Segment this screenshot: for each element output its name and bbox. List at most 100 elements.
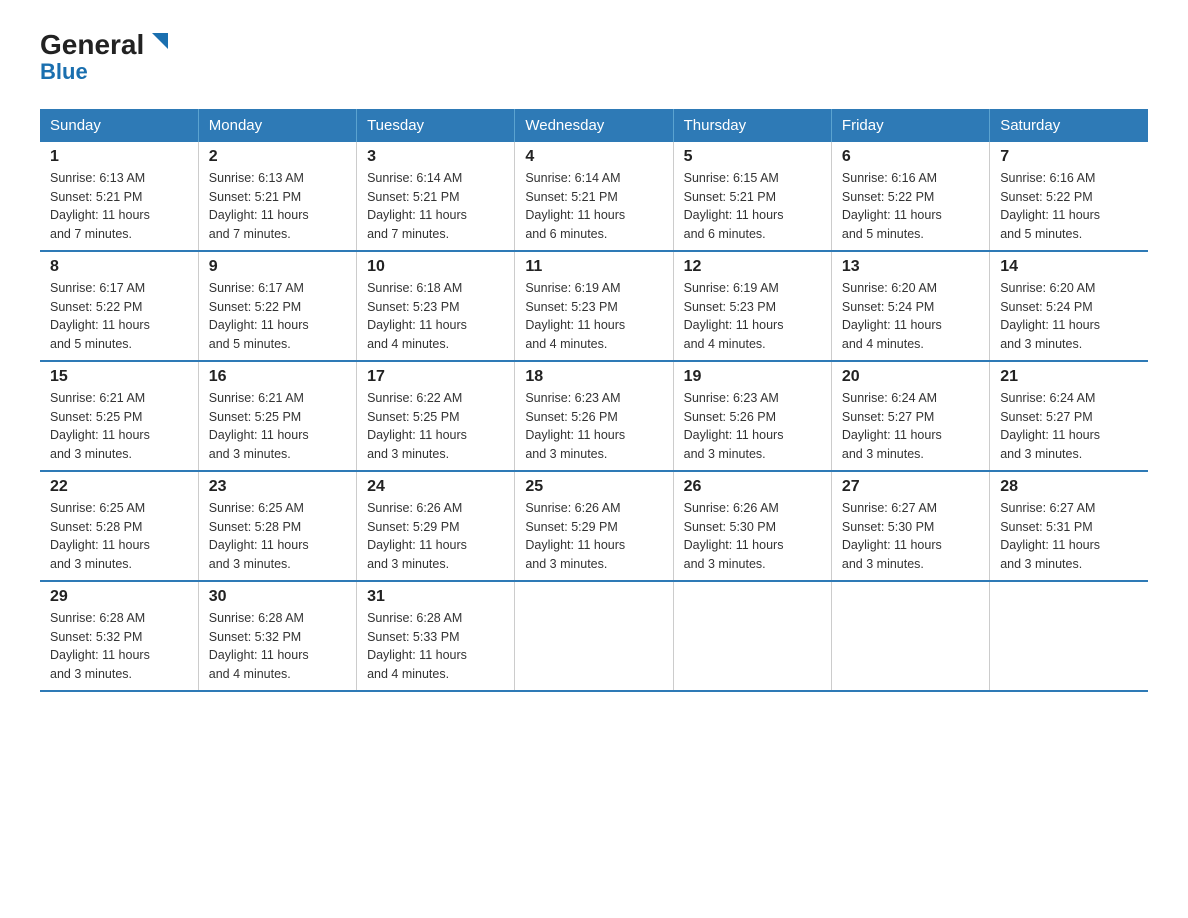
day-number: 6 [842,148,979,166]
day-cell: 2 Sunrise: 6:13 AMSunset: 5:21 PMDayligh… [198,142,356,251]
day-info: Sunrise: 6:16 AMSunset: 5:22 PMDaylight:… [842,171,942,241]
day-info: Sunrise: 6:21 AMSunset: 5:25 PMDaylight:… [209,391,309,461]
day-cell: 6 Sunrise: 6:16 AMSunset: 5:22 PMDayligh… [831,142,989,251]
day-cell: 29 Sunrise: 6:28 AMSunset: 5:32 PMDaylig… [40,581,198,691]
day-number: 11 [525,258,662,276]
day-info: Sunrise: 6:19 AMSunset: 5:23 PMDaylight:… [525,281,625,351]
day-cell [673,581,831,691]
day-info: Sunrise: 6:26 AMSunset: 5:30 PMDaylight:… [684,501,784,571]
day-cell: 28 Sunrise: 6:27 AMSunset: 5:31 PMDaylig… [990,471,1148,581]
day-number: 14 [1000,258,1138,276]
day-cell: 12 Sunrise: 6:19 AMSunset: 5:23 PMDaylig… [673,251,831,361]
day-number: 25 [525,478,662,496]
day-cell: 11 Sunrise: 6:19 AMSunset: 5:23 PMDaylig… [515,251,673,361]
day-info: Sunrise: 6:27 AMSunset: 5:30 PMDaylight:… [842,501,942,571]
header-cell-sunday: Sunday [40,109,198,142]
day-cell: 1 Sunrise: 6:13 AMSunset: 5:21 PMDayligh… [40,142,198,251]
day-info: Sunrise: 6:26 AMSunset: 5:29 PMDaylight:… [525,501,625,571]
calendar-table: SundayMondayTuesdayWednesdayThursdayFrid… [40,109,1148,692]
week-row-2: 8 Sunrise: 6:17 AMSunset: 5:22 PMDayligh… [40,251,1148,361]
day-cell: 8 Sunrise: 6:17 AMSunset: 5:22 PMDayligh… [40,251,198,361]
day-number: 16 [209,368,346,386]
day-number: 17 [367,368,504,386]
day-info: Sunrise: 6:17 AMSunset: 5:22 PMDaylight:… [209,281,309,351]
day-cell: 24 Sunrise: 6:26 AMSunset: 5:29 PMDaylig… [357,471,515,581]
day-number: 7 [1000,148,1138,166]
day-cell: 30 Sunrise: 6:28 AMSunset: 5:32 PMDaylig… [198,581,356,691]
day-info: Sunrise: 6:28 AMSunset: 5:32 PMDaylight:… [209,611,309,681]
logo-general: General [40,30,144,61]
header-row: SundayMondayTuesdayWednesdayThursdayFrid… [40,109,1148,142]
day-number: 3 [367,148,504,166]
day-cell: 16 Sunrise: 6:21 AMSunset: 5:25 PMDaylig… [198,361,356,471]
day-cell: 31 Sunrise: 6:28 AMSunset: 5:33 PMDaylig… [357,581,515,691]
day-number: 22 [50,478,188,496]
day-info: Sunrise: 6:28 AMSunset: 5:33 PMDaylight:… [367,611,467,681]
day-cell: 14 Sunrise: 6:20 AMSunset: 5:24 PMDaylig… [990,251,1148,361]
day-cell: 10 Sunrise: 6:18 AMSunset: 5:23 PMDaylig… [357,251,515,361]
day-info: Sunrise: 6:14 AMSunset: 5:21 PMDaylight:… [367,171,467,241]
day-number: 21 [1000,368,1138,386]
day-info: Sunrise: 6:24 AMSunset: 5:27 PMDaylight:… [842,391,942,461]
day-cell [515,581,673,691]
day-info: Sunrise: 6:24 AMSunset: 5:27 PMDaylight:… [1000,391,1100,461]
day-number: 28 [1000,478,1138,496]
day-cell [990,581,1148,691]
day-number: 19 [684,368,821,386]
day-info: Sunrise: 6:13 AMSunset: 5:21 PMDaylight:… [209,171,309,241]
day-number: 2 [209,148,346,166]
day-number: 29 [50,588,188,606]
day-cell: 17 Sunrise: 6:22 AMSunset: 5:25 PMDaylig… [357,361,515,471]
day-cell: 5 Sunrise: 6:15 AMSunset: 5:21 PMDayligh… [673,142,831,251]
logo-arrow-icon [146,29,174,57]
day-cell: 18 Sunrise: 6:23 AMSunset: 5:26 PMDaylig… [515,361,673,471]
header-cell-tuesday: Tuesday [357,109,515,142]
day-info: Sunrise: 6:28 AMSunset: 5:32 PMDaylight:… [50,611,150,681]
week-row-3: 15 Sunrise: 6:21 AMSunset: 5:25 PMDaylig… [40,361,1148,471]
day-info: Sunrise: 6:20 AMSunset: 5:24 PMDaylight:… [1000,281,1100,351]
day-cell: 26 Sunrise: 6:26 AMSunset: 5:30 PMDaylig… [673,471,831,581]
week-row-4: 22 Sunrise: 6:25 AMSunset: 5:28 PMDaylig… [40,471,1148,581]
day-info: Sunrise: 6:13 AMSunset: 5:21 PMDaylight:… [50,171,150,241]
day-number: 23 [209,478,346,496]
day-number: 18 [525,368,662,386]
day-cell: 27 Sunrise: 6:27 AMSunset: 5:30 PMDaylig… [831,471,989,581]
day-info: Sunrise: 6:17 AMSunset: 5:22 PMDaylight:… [50,281,150,351]
header-cell-thursday: Thursday [673,109,831,142]
day-info: Sunrise: 6:23 AMSunset: 5:26 PMDaylight:… [684,391,784,461]
logo: General Blue [40,30,174,85]
day-number: 30 [209,588,346,606]
day-number: 5 [684,148,821,166]
day-cell: 9 Sunrise: 6:17 AMSunset: 5:22 PMDayligh… [198,251,356,361]
day-number: 9 [209,258,346,276]
day-number: 13 [842,258,979,276]
day-info: Sunrise: 6:16 AMSunset: 5:22 PMDaylight:… [1000,171,1100,241]
day-info: Sunrise: 6:20 AMSunset: 5:24 PMDaylight:… [842,281,942,351]
header-cell-wednesday: Wednesday [515,109,673,142]
day-info: Sunrise: 6:15 AMSunset: 5:21 PMDaylight:… [684,171,784,241]
day-number: 12 [684,258,821,276]
day-info: Sunrise: 6:19 AMSunset: 5:23 PMDaylight:… [684,281,784,351]
header-cell-monday: Monday [198,109,356,142]
day-number: 24 [367,478,504,496]
day-cell: 20 Sunrise: 6:24 AMSunset: 5:27 PMDaylig… [831,361,989,471]
day-cell: 25 Sunrise: 6:26 AMSunset: 5:29 PMDaylig… [515,471,673,581]
day-number: 8 [50,258,188,276]
week-row-5: 29 Sunrise: 6:28 AMSunset: 5:32 PMDaylig… [40,581,1148,691]
day-number: 4 [525,148,662,166]
day-cell: 22 Sunrise: 6:25 AMSunset: 5:28 PMDaylig… [40,471,198,581]
day-number: 10 [367,258,504,276]
day-cell: 7 Sunrise: 6:16 AMSunset: 5:22 PMDayligh… [990,142,1148,251]
day-info: Sunrise: 6:25 AMSunset: 5:28 PMDaylight:… [50,501,150,571]
day-info: Sunrise: 6:14 AMSunset: 5:21 PMDaylight:… [525,171,625,241]
day-cell: 13 Sunrise: 6:20 AMSunset: 5:24 PMDaylig… [831,251,989,361]
day-info: Sunrise: 6:21 AMSunset: 5:25 PMDaylight:… [50,391,150,461]
day-info: Sunrise: 6:26 AMSunset: 5:29 PMDaylight:… [367,501,467,571]
header-cell-saturday: Saturday [990,109,1148,142]
day-cell: 4 Sunrise: 6:14 AMSunset: 5:21 PMDayligh… [515,142,673,251]
day-cell: 21 Sunrise: 6:24 AMSunset: 5:27 PMDaylig… [990,361,1148,471]
day-number: 20 [842,368,979,386]
day-cell: 15 Sunrise: 6:21 AMSunset: 5:25 PMDaylig… [40,361,198,471]
day-info: Sunrise: 6:27 AMSunset: 5:31 PMDaylight:… [1000,501,1100,571]
day-info: Sunrise: 6:22 AMSunset: 5:25 PMDaylight:… [367,391,467,461]
